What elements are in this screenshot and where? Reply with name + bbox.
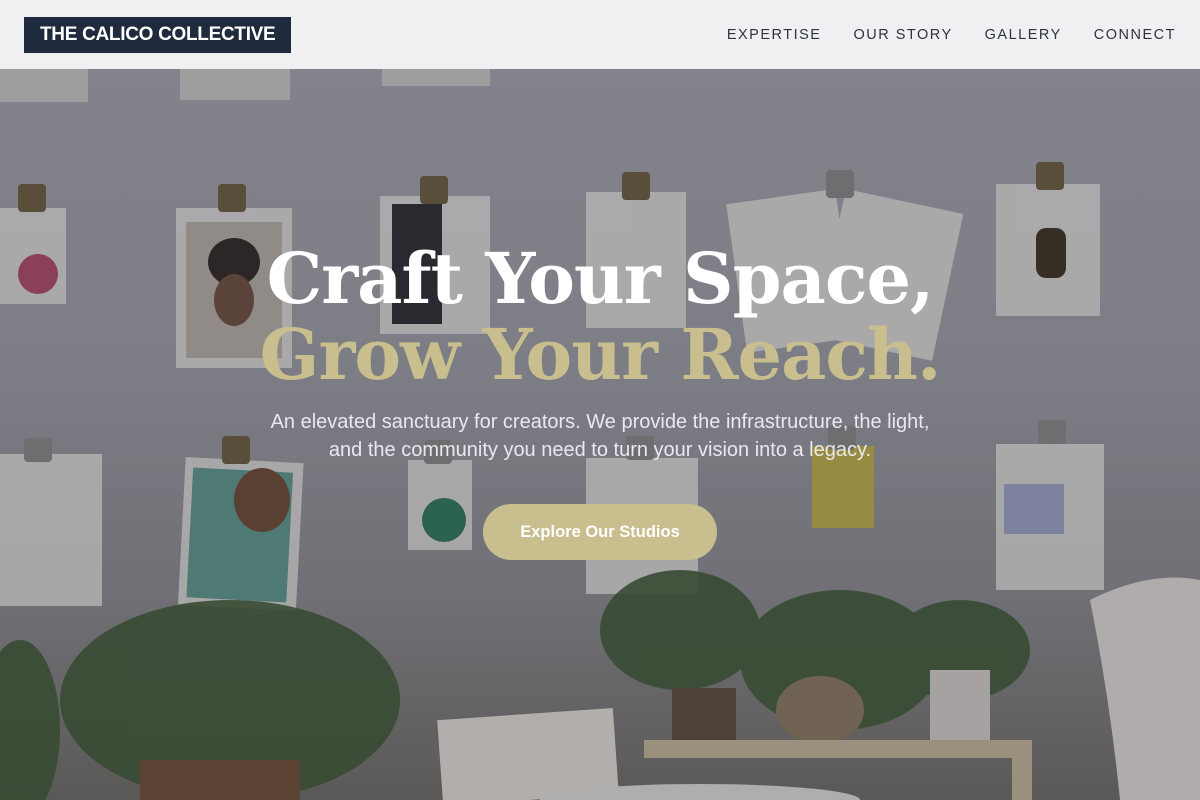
hero-subtitle: An elevated sanctuary for creators. We p… (270, 411, 930, 461)
hero-title-line-2: Grow Your Reach. (259, 313, 942, 396)
hero-title-line-1: Craft Your Space, (266, 237, 935, 320)
hero-section: Craft Your Space, Grow Your Reach. An el… (0, 0, 1200, 800)
explore-studios-button[interactable]: Explore Our Studios (483, 504, 717, 560)
